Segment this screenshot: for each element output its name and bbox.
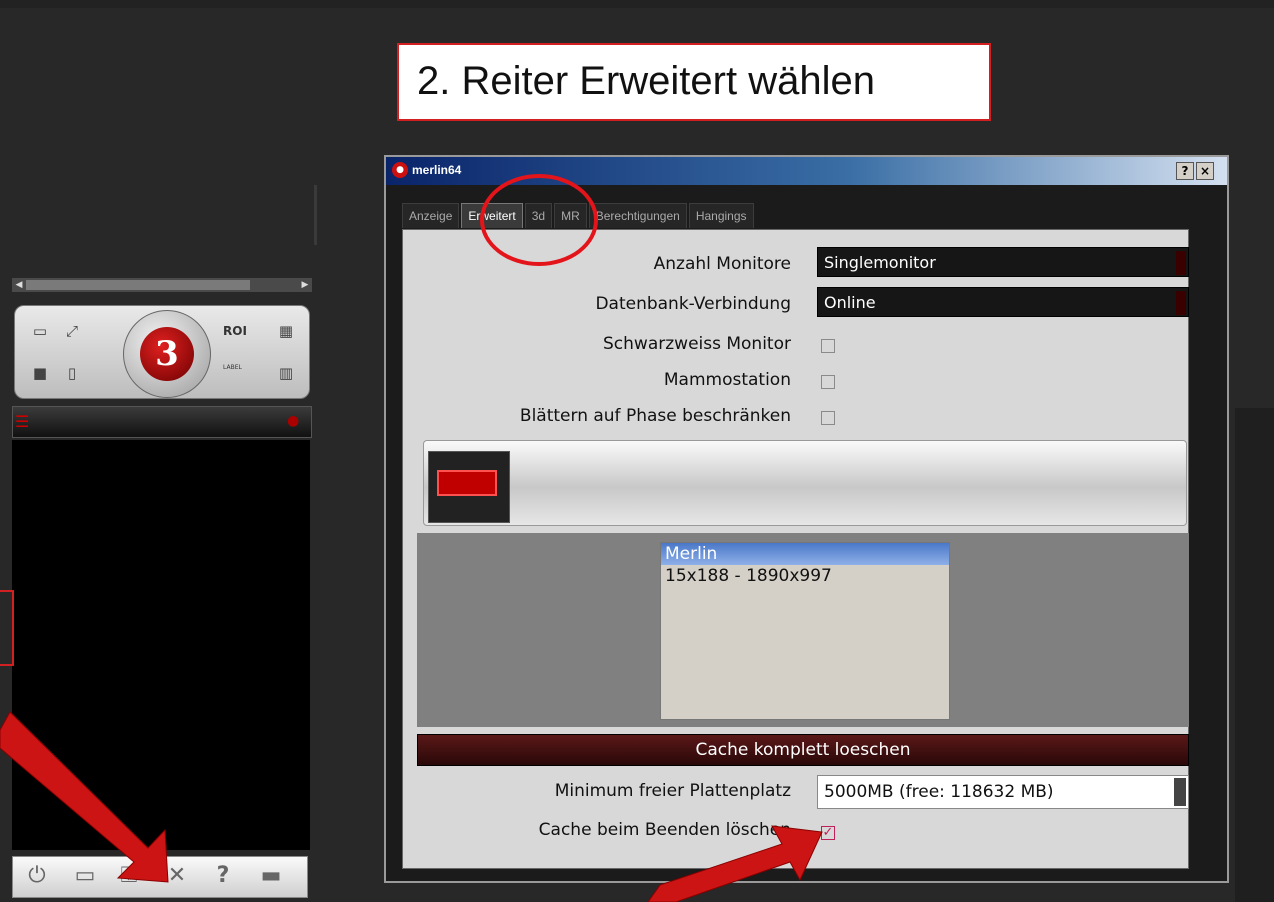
db-label: Datenbank-Verbindung [595, 294, 791, 314]
film-icon[interactable]: ▯ [59, 362, 85, 384]
app-top-edge [0, 0, 1274, 8]
panel-divider [314, 185, 317, 245]
scroll-thumb[interactable] [26, 280, 250, 290]
monitor-layout-strip [423, 440, 1187, 526]
keyboard-icon[interactable]: ▬ [255, 861, 287, 891]
tools-icon[interactable]: ✕ [161, 861, 193, 891]
disk-space-label: Minimum freier Plattenplatz [554, 781, 791, 801]
logo-glyph: 3 [140, 327, 194, 381]
spin-arrows-icon[interactable] [1174, 778, 1186, 806]
left-panel-header: ☰ ● [12, 406, 312, 438]
bw-monitor-checkbox[interactable] [821, 339, 835, 353]
phase-label: Blättern auf Phase beschränken [519, 406, 791, 426]
monitor-thumbnail[interactable] [428, 451, 510, 523]
bw-monitor-label: Schwarzweiss Monitor [603, 334, 791, 354]
disk-space-value: 5000MB (free: 118632 MB) [824, 782, 1054, 802]
db-select[interactable]: Online [817, 287, 1189, 317]
monitors-select[interactable]: Singlemonitor [817, 247, 1189, 277]
menu-icon[interactable]: ☰ [15, 413, 35, 431]
key-icon[interactable]: ⚿ [113, 861, 145, 891]
tool-panel: ▭ ⤢ ■ ▯ 3 ROI ▦ LABEL ▥ [14, 305, 310, 399]
monitor-icon[interactable]: ▭ [27, 320, 53, 342]
label-button[interactable]: LABEL [223, 364, 242, 371]
monitors-select-value: Singlemonitor [824, 253, 936, 272]
dropdown-arrow-icon [1176, 251, 1186, 275]
list-item[interactable]: 15x188 - 1890x997 [661, 565, 949, 587]
clear-cache-button[interactable]: Cache komplett loeschen [417, 734, 1189, 766]
help-button[interactable]: ? [1176, 162, 1194, 180]
list-item[interactable]: Merlin [661, 543, 949, 565]
left-scrollbar[interactable]: ◀ ▶ [12, 278, 312, 292]
monitor-screen [437, 470, 497, 496]
db-select-value: Online [824, 293, 876, 312]
measure-icon[interactable]: ⤢ [59, 320, 85, 342]
mammo-checkbox[interactable] [821, 375, 835, 389]
scroll-right-arrow-icon[interactable]: ▶ [298, 278, 312, 292]
monitors-label: Anzahl Monitore [653, 254, 791, 274]
dropdown-arrow-icon [1176, 291, 1186, 315]
series-list-area [12, 440, 310, 850]
callout-text: 2. Reiter Erweitert wählen [417, 59, 875, 103]
power-icon[interactable]: ⏻ [21, 861, 53, 891]
right-panel [1235, 408, 1274, 902]
clear-on-exit-label: Cache beim Beenden löschen [538, 820, 791, 840]
bottom-toolbar: ⏻ ▭ ⚿ ✕ ? ▬ [12, 856, 308, 898]
scroll-left-arrow-icon[interactable]: ◀ [12, 278, 26, 292]
mammo-label: Mammostation [663, 370, 791, 390]
dialog-title: merlin64 [412, 163, 462, 177]
tab-berechtigungen[interactable]: Berechtigungen [588, 203, 687, 228]
tab-content-erweitert: Anzahl Monitore Singlemonitor Datenbank-… [402, 229, 1189, 869]
instruction-callout: 2. Reiter Erweitert wählen [397, 43, 991, 121]
roi-button[interactable]: ROI [223, 324, 247, 338]
disk-space-spinbox[interactable]: 5000MB (free: 118632 MB) [817, 775, 1189, 809]
monitor-listbox[interactable]: Merlin 15x188 - 1890x997 [660, 542, 950, 720]
settings-dialog: ● merlin64 ? × Anzeige Erweitert 3d MR B… [384, 155, 1229, 883]
phase-checkbox[interactable] [821, 411, 835, 425]
tab-anzeige[interactable]: Anzeige [402, 203, 460, 228]
close-button[interactable]: × [1196, 162, 1214, 180]
highlight-circle [480, 174, 598, 266]
app-icon: ● [392, 162, 408, 178]
tab-hangings[interactable]: Hangings [688, 203, 754, 228]
clear-on-exit-checkbox[interactable]: ✓ [821, 826, 835, 840]
pin-icon[interactable]: ● [287, 411, 307, 431]
merlin-logo: 3 [123, 310, 211, 398]
help-icon[interactable]: ? [207, 861, 239, 891]
camera-icon[interactable]: ■ [27, 362, 53, 384]
window-icon[interactable]: ▭ [69, 861, 101, 891]
trash-icon[interactable]: ▥ [273, 362, 299, 384]
callout-fragment [0, 590, 14, 666]
grid-icon[interactable]: ▦ [273, 320, 299, 342]
